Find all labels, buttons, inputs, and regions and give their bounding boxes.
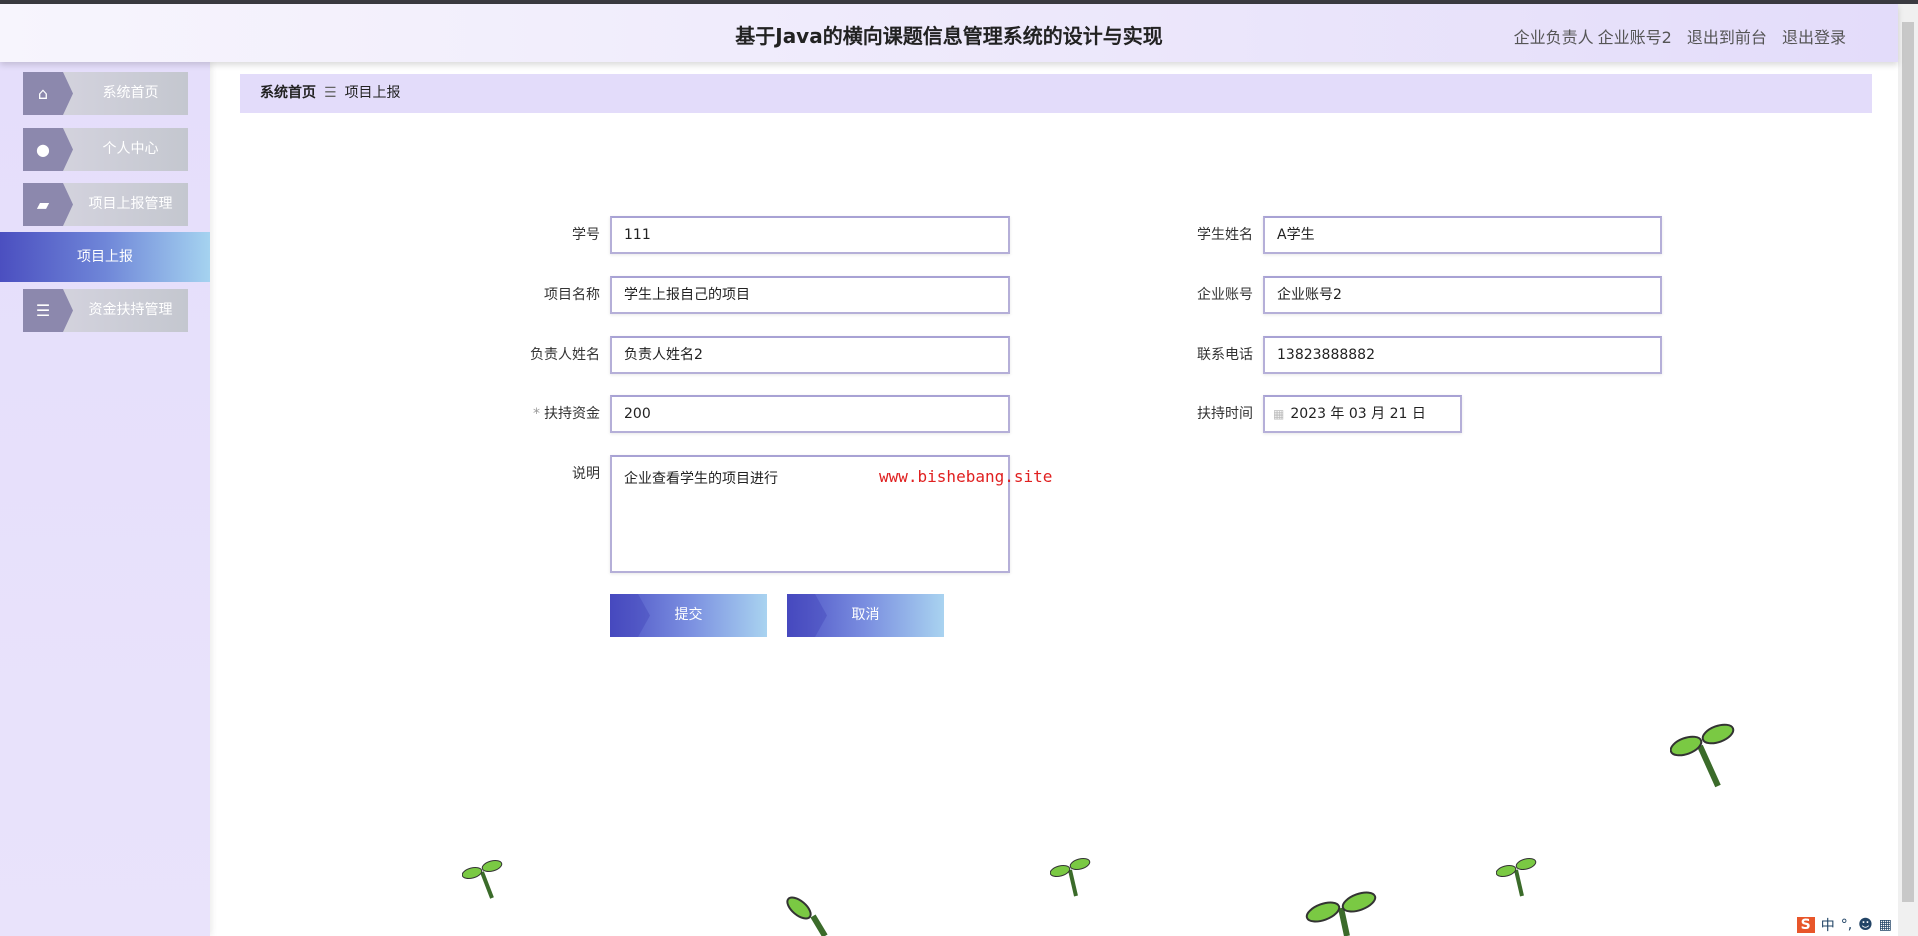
home-icon: ⌂ (23, 72, 73, 115)
company-account-input[interactable]: 企业账号2 (1263, 276, 1662, 314)
user-icon: ● (23, 128, 73, 171)
sidebar-item-funding-management[interactable]: ☰ 资金扶持管理 (23, 289, 188, 332)
breadcrumb-home[interactable]: 系统首页 (260, 85, 316, 101)
breadcrumb-separator-icon: ☰ (324, 85, 337, 101)
sidebar-item-label: 资金扶持管理 (88, 302, 173, 318)
phone-input[interactable]: 13823888882 (1263, 336, 1662, 374)
company-account-label: 企业账号 (1197, 287, 1253, 303)
list-icon: ☰ (23, 289, 73, 332)
support-time-date-picker[interactable]: ▦ 2023 年 03 月 21 日 (1263, 395, 1462, 433)
keyboard-icon[interactable]: ▦ (1879, 917, 1892, 933)
project-name-input[interactable]: 学生上报自己的项目 (610, 276, 1010, 314)
project-name-label: 项目名称 (544, 287, 600, 303)
propeller-plant-decoration (1305, 891, 1377, 936)
leader-name-input[interactable]: 负责人姓名2 (610, 336, 1010, 374)
student-name-input[interactable]: A学生 (1263, 216, 1662, 254)
description-label: 说明 (572, 466, 600, 482)
emoji-icon[interactable]: ☻ (1858, 917, 1873, 933)
user-role: 企业负责人 (1513, 28, 1594, 47)
propeller-plant-decoration (786, 896, 828, 936)
header: 基于Java的横向课题信息管理系统的设计与实现 企业负责人 企业账号2 退出到前台… (0, 4, 1898, 62)
ime-toolbar[interactable]: S 中 °, ☻ ▦ (1792, 914, 1896, 936)
wallet-icon: ▰ (23, 183, 73, 226)
funds-label-text: 扶持资金 (544, 406, 600, 422)
support-time-label: 扶持时间 (1197, 406, 1253, 422)
funds-input[interactable]: 200 (610, 395, 1010, 433)
cancel-button[interactable]: 取消 (787, 594, 944, 637)
ime-punctuation[interactable]: °, (1841, 917, 1852, 933)
propeller-plant-decoration (462, 860, 503, 899)
sidebar-item-label: 系统首页 (102, 85, 159, 101)
header-user-area: 企业负责人 企业账号2 退出到前台 退出登录 (1504, 24, 1846, 48)
calendar-icon: ▦ (1273, 407, 1285, 421)
required-mark: * (533, 406, 540, 422)
sidebar-item-label: 个人中心 (102, 141, 159, 157)
student-no-input[interactable]: 111 (610, 216, 1010, 254)
sidebar-item-project-management[interactable]: ▰ 项目上报管理 (23, 183, 188, 226)
submit-button[interactable]: 提交 (610, 594, 767, 637)
ime-language[interactable]: 中 (1821, 915, 1835, 935)
propeller-plant-decoration (1670, 723, 1735, 788)
scrollbar-thumb[interactable] (1902, 22, 1914, 902)
submit-label: 提交 (674, 607, 703, 623)
scrollbar[interactable] (1898, 4, 1918, 936)
watermark: www.bishebang.site (879, 467, 1053, 486)
student-name-label: 学生姓名 (1197, 227, 1253, 243)
breadcrumb-current: 项目上报 (344, 85, 401, 101)
sidebar: ⌂ 系统首页 ● 个人中心 ▰ 项目上报管理 项目上报 ☰ 资金扶持管理 (0, 62, 210, 936)
funds-label: * 扶持资金 (460, 395, 600, 433)
student-no-label: 学号 (572, 227, 600, 243)
phone-label: 联系电话 (1197, 347, 1253, 363)
support-time-value: 2023 年 03 月 21 日 (1290, 406, 1426, 422)
logout-link[interactable]: 退出登录 (1782, 28, 1846, 47)
cancel-label: 取消 (851, 607, 880, 623)
propeller-plant-decoration (1050, 858, 1091, 897)
sidebar-item-home[interactable]: ⌂ 系统首页 (23, 72, 188, 115)
sidebar-item-project-report[interactable]: 项目上报 (0, 232, 210, 282)
breadcrumb: 系统首页 ☰ 项目上报 (240, 74, 1872, 113)
ime-logo: S (1796, 917, 1815, 933)
exit-to-front-link[interactable]: 退出到前台 (1687, 28, 1767, 47)
user-account: 企业账号2 (1597, 28, 1672, 47)
sidebar-item-profile[interactable]: ● 个人中心 (23, 128, 188, 171)
leader-name-label: 负责人姓名 (530, 347, 600, 363)
sidebar-item-label: 项目上报管理 (88, 196, 173, 212)
propeller-plant-decoration (1496, 858, 1537, 897)
